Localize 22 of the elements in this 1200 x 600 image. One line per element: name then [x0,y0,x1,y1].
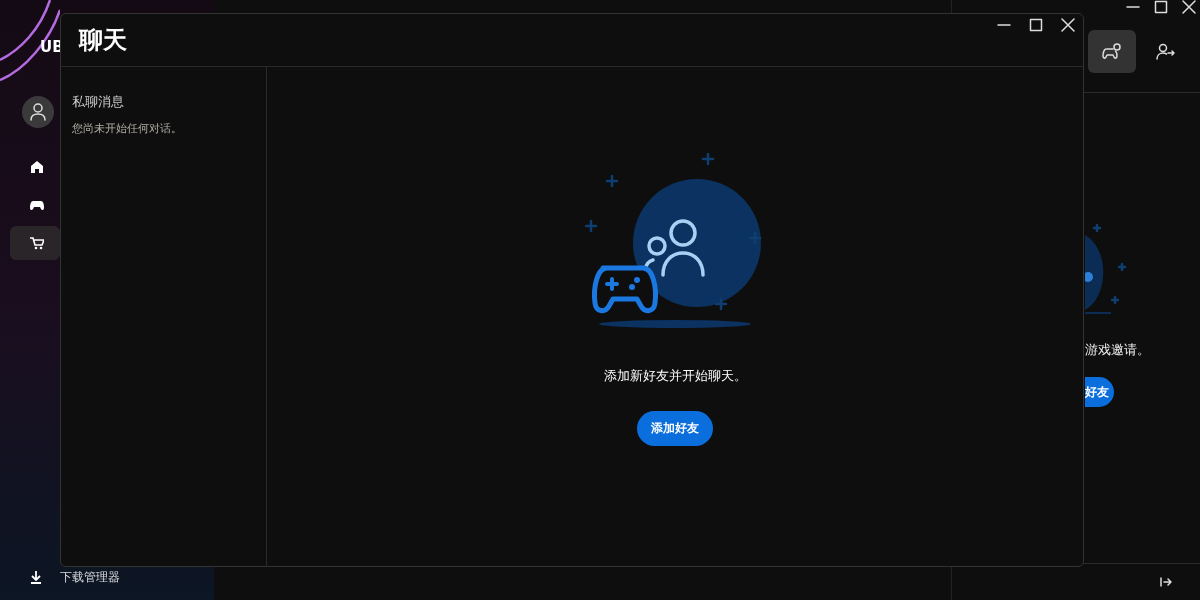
person-icon [30,103,46,121]
avatar[interactable] [22,96,54,128]
add-friend-button[interactable]: 添加好友 [637,411,713,446]
invites-message: 游戏邀请。 [1085,341,1151,359]
panel-tab[interactable] [1088,30,1136,73]
window-title: 聊天 [79,25,127,56]
maximize-icon[interactable] [1154,0,1168,14]
gamepad-icon [30,199,44,211]
nav-item[interactable] [10,226,60,260]
maximize-icon[interactable] [1029,18,1043,32]
person-arrow-icon [1156,42,1176,61]
home-icon [30,160,44,174]
download-icon[interactable] [30,570,42,584]
cart-icon [30,236,44,250]
section-heading: 私聊消息 [72,93,125,111]
empty-state-message: 添加新好友并开始聊天。 [603,367,747,385]
add-friend-button[interactable]: 好友 [1085,377,1114,407]
close-icon[interactable] [1182,0,1196,14]
gamepad-icon [1102,42,1122,61]
close-icon[interactable] [1061,18,1075,32]
download-manager-link[interactable]: 下载管理器 [60,568,120,586]
empty-text: 您尚未开始任何对话。 [72,121,183,136]
